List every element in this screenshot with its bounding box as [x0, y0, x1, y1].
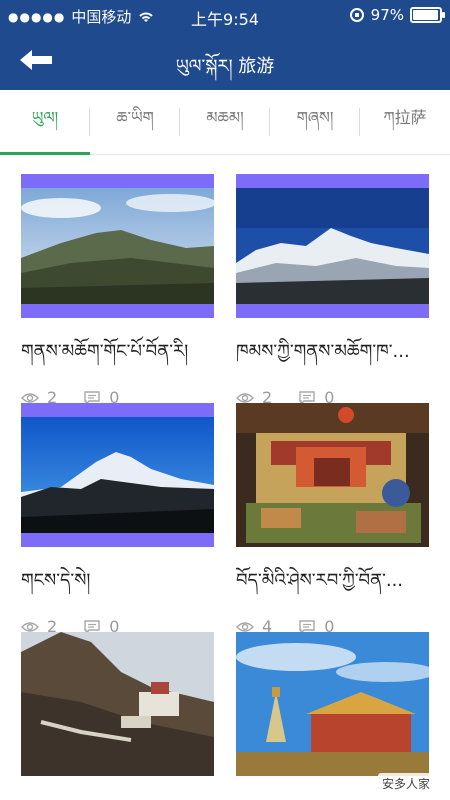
card-thumbnail[interactable] [21, 174, 214, 318]
app-header: ཡུལ་སྐོར། 旅游 [0, 30, 450, 90]
mountain-range-image [21, 188, 214, 304]
tab-4[interactable]: གཞས། [270, 90, 360, 154]
card-thumbnail[interactable] [236, 403, 429, 547]
attraction-card[interactable]: ཁམས་ཀྱི་གནས་མཆོག་ཁ་... 2 0 [236, 174, 429, 407]
card-title: བོད་མིའི་ཤེས་རབ་ཀྱི་བོན་... [236, 570, 404, 591]
battery-text: 97% [370, 6, 404, 24]
tab-label: ཀ拉萨 [383, 107, 427, 127]
tab-label: མཆམ། [206, 107, 244, 127]
thangka-painting-image [236, 403, 429, 547]
card-title: གནས་མཆོག་གོང་པོ་བོན་རི། [21, 341, 189, 362]
card-thumbnail[interactable] [21, 403, 214, 547]
attraction-card[interactable] [21, 632, 214, 790]
watermark-label: 安多人家 [377, 773, 434, 794]
card-title: ཁམས་ཀྱི་གནས་མཆོག་ཁ་... [236, 341, 410, 362]
tab-3[interactable]: མཆམ། [180, 90, 270, 154]
tab-label: ཡུལ། [31, 107, 59, 127]
attraction-card[interactable]: གནས་མཆོག་གོང་པོ་བོན་རི། 2 0 [21, 174, 214, 407]
card-title: གངས་དེ་སེ། [21, 570, 91, 591]
tab-2[interactable]: ཆ་ཡིག [90, 90, 180, 154]
monastery-image [236, 632, 429, 776]
status-right: 97% [349, 6, 445, 24]
sacred-peak-image [21, 417, 214, 533]
rotation-lock-icon [349, 8, 364, 22]
attraction-card[interactable] [236, 632, 429, 790]
tab-active-indicator [0, 152, 90, 155]
tab-5[interactable]: ཀ拉萨 [360, 90, 450, 154]
battery-fill [413, 10, 438, 20]
card-thumbnail[interactable] [236, 632, 429, 776]
card-thumbnail[interactable] [21, 632, 214, 776]
tab-1[interactable]: ཡུལ། [0, 90, 90, 155]
snow-mountain-image [236, 188, 429, 304]
battery-icon [410, 7, 445, 23]
attraction-card[interactable]: གངས་དེ་སེ། 2 0 [21, 403, 214, 636]
status-bar: ●●●●● 中国移动 上午9:54 97% [0, 0, 450, 30]
category-tabs: ཡུལ། ཆ་ཡིག མཆམ། གཞས། ཀ拉萨 [0, 90, 450, 155]
tab-label: གཞས། [296, 107, 334, 127]
tab-label: ཆ་ཡིག [116, 107, 154, 127]
fortress-image [21, 632, 214, 776]
card-thumbnail[interactable] [236, 174, 429, 318]
attraction-card[interactable]: བོད་མིའི་ཤེས་རབ་ཀྱི་བོན་... 4 0 [236, 403, 429, 636]
